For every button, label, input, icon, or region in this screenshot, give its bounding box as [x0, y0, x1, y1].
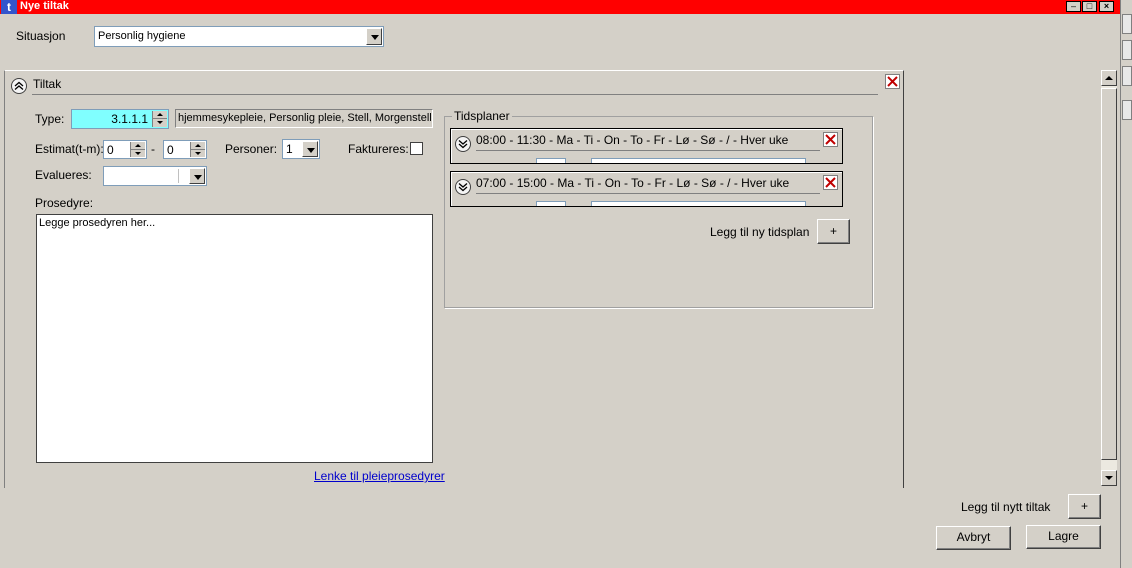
faktureres-checkbox[interactable]: [410, 142, 423, 155]
spin-up-icon[interactable]: [131, 142, 145, 150]
app-icon: t: [1, 0, 17, 14]
expand-down-icon[interactable]: [455, 136, 471, 152]
expand-down-icon[interactable]: [455, 179, 471, 195]
tidsplan-summary: 07:00 - 15:00 - Ma - Ti - On - To - Fr -…: [476, 176, 790, 190]
delete-tiltak-icon[interactable]: [885, 74, 900, 89]
title-bar[interactable]: [0, 0, 1120, 14]
tiltak-header: Tiltak: [33, 77, 62, 91]
chevron-down-icon[interactable]: [302, 141, 318, 157]
estimat-minutes-value: 0: [167, 143, 174, 157]
delete-tidsplan-icon[interactable]: [823, 175, 838, 190]
situasjon-select[interactable]: Personlig hygiene: [94, 26, 384, 47]
vertical-scrollbar[interactable]: [1101, 70, 1117, 486]
prosedyre-textarea[interactable]: Legge prosedyren her...: [36, 214, 433, 463]
situasjon-label: Situasjon: [16, 29, 66, 43]
maximize-icon[interactable]: □: [1082, 1, 1097, 12]
close-icon[interactable]: ×: [1099, 1, 1114, 12]
delete-tidsplan-icon[interactable]: [823, 132, 838, 147]
spin-up-icon[interactable]: [153, 111, 167, 119]
spin-down-icon[interactable]: [131, 150, 145, 158]
prosedyre-label: Prosedyre:: [35, 196, 94, 210]
scroll-thumb[interactable]: [1101, 88, 1117, 460]
scroll-up-icon[interactable]: [1101, 70, 1117, 86]
personer-select[interactable]: 1: [282, 139, 320, 159]
cancel-button[interactable]: Avbryt: [936, 526, 1011, 550]
tidsplan-item[interactable]: 08:00 - 11:30 - Ma - Ti - On - To - Fr -…: [450, 128, 843, 164]
tidsplaner-legend: Tidsplaner: [452, 109, 512, 123]
add-tidsplan-label: Legg til ny tidsplan: [710, 225, 810, 239]
type-code-field[interactable]: 3.1.1.1: [71, 109, 169, 129]
prosedyre-text: Legge prosedyren her...: [39, 217, 156, 229]
scroll-down-icon[interactable]: [1101, 470, 1117, 486]
personer-value: 1: [286, 142, 293, 156]
estimat-minutes-field[interactable]: 0: [163, 140, 207, 159]
tiltak-divider: [32, 94, 878, 95]
tidsplan-summary: 08:00 - 11:30 - Ma - Ti - On - To - Fr -…: [476, 133, 789, 147]
evalueres-label-text: Evalueres:: [35, 168, 92, 182]
spin-down-icon[interactable]: [153, 119, 167, 127]
type-description-value: hjemmesykepleie, Personlig pleie, Stell,…: [178, 112, 432, 124]
minimize-icon[interactable]: –: [1066, 1, 1081, 12]
evalueres-date-field[interactable]: [103, 166, 207, 186]
type-description-field: hjemmesykepleie, Personlig pleie, Stell,…: [175, 109, 433, 128]
add-tiltak-button[interactable]: +: [1068, 494, 1101, 519]
personer-label: Personer:: [225, 142, 278, 156]
estimat-hours-field[interactable]: 0: [103, 140, 147, 159]
pleieprosedyrer-link[interactable]: Lenke til pleieprosedyrer: [314, 469, 445, 483]
save-button[interactable]: Lagre: [1026, 525, 1101, 549]
estimat-separator: -: [151, 142, 155, 156]
estimat-label: Estimat(t-m):: [35, 142, 104, 156]
situasjon-value: Personlig hygiene: [98, 30, 186, 42]
faktureres-label: Faktureres:: [348, 142, 409, 156]
estimat-hours-value: 0: [107, 143, 114, 157]
chevron-down-icon[interactable]: [189, 168, 205, 184]
spin-up-icon[interactable]: [191, 142, 205, 150]
hours-spinner[interactable]: [130, 142, 145, 157]
add-tiltak-label: Legg til nytt tiltak: [961, 500, 1051, 514]
chevron-down-icon[interactable]: [366, 28, 382, 45]
type-label: Type:: [35, 112, 65, 126]
add-tidsplan-button[interactable]: +: [817, 219, 850, 244]
tidsplan-item[interactable]: 07:00 - 15:00 - Ma - Ti - On - To - Fr -…: [450, 171, 843, 207]
spin-down-icon[interactable]: [191, 150, 205, 158]
minutes-spinner[interactable]: [190, 142, 205, 157]
collapse-up-icon[interactable]: [11, 78, 27, 94]
type-code-value: 3.1.1.1: [111, 112, 148, 126]
window-title: Nye tiltak: [20, 0, 69, 12]
type-spinner[interactable]: [152, 111, 167, 127]
right-edge-strip: [1120, 0, 1132, 568]
